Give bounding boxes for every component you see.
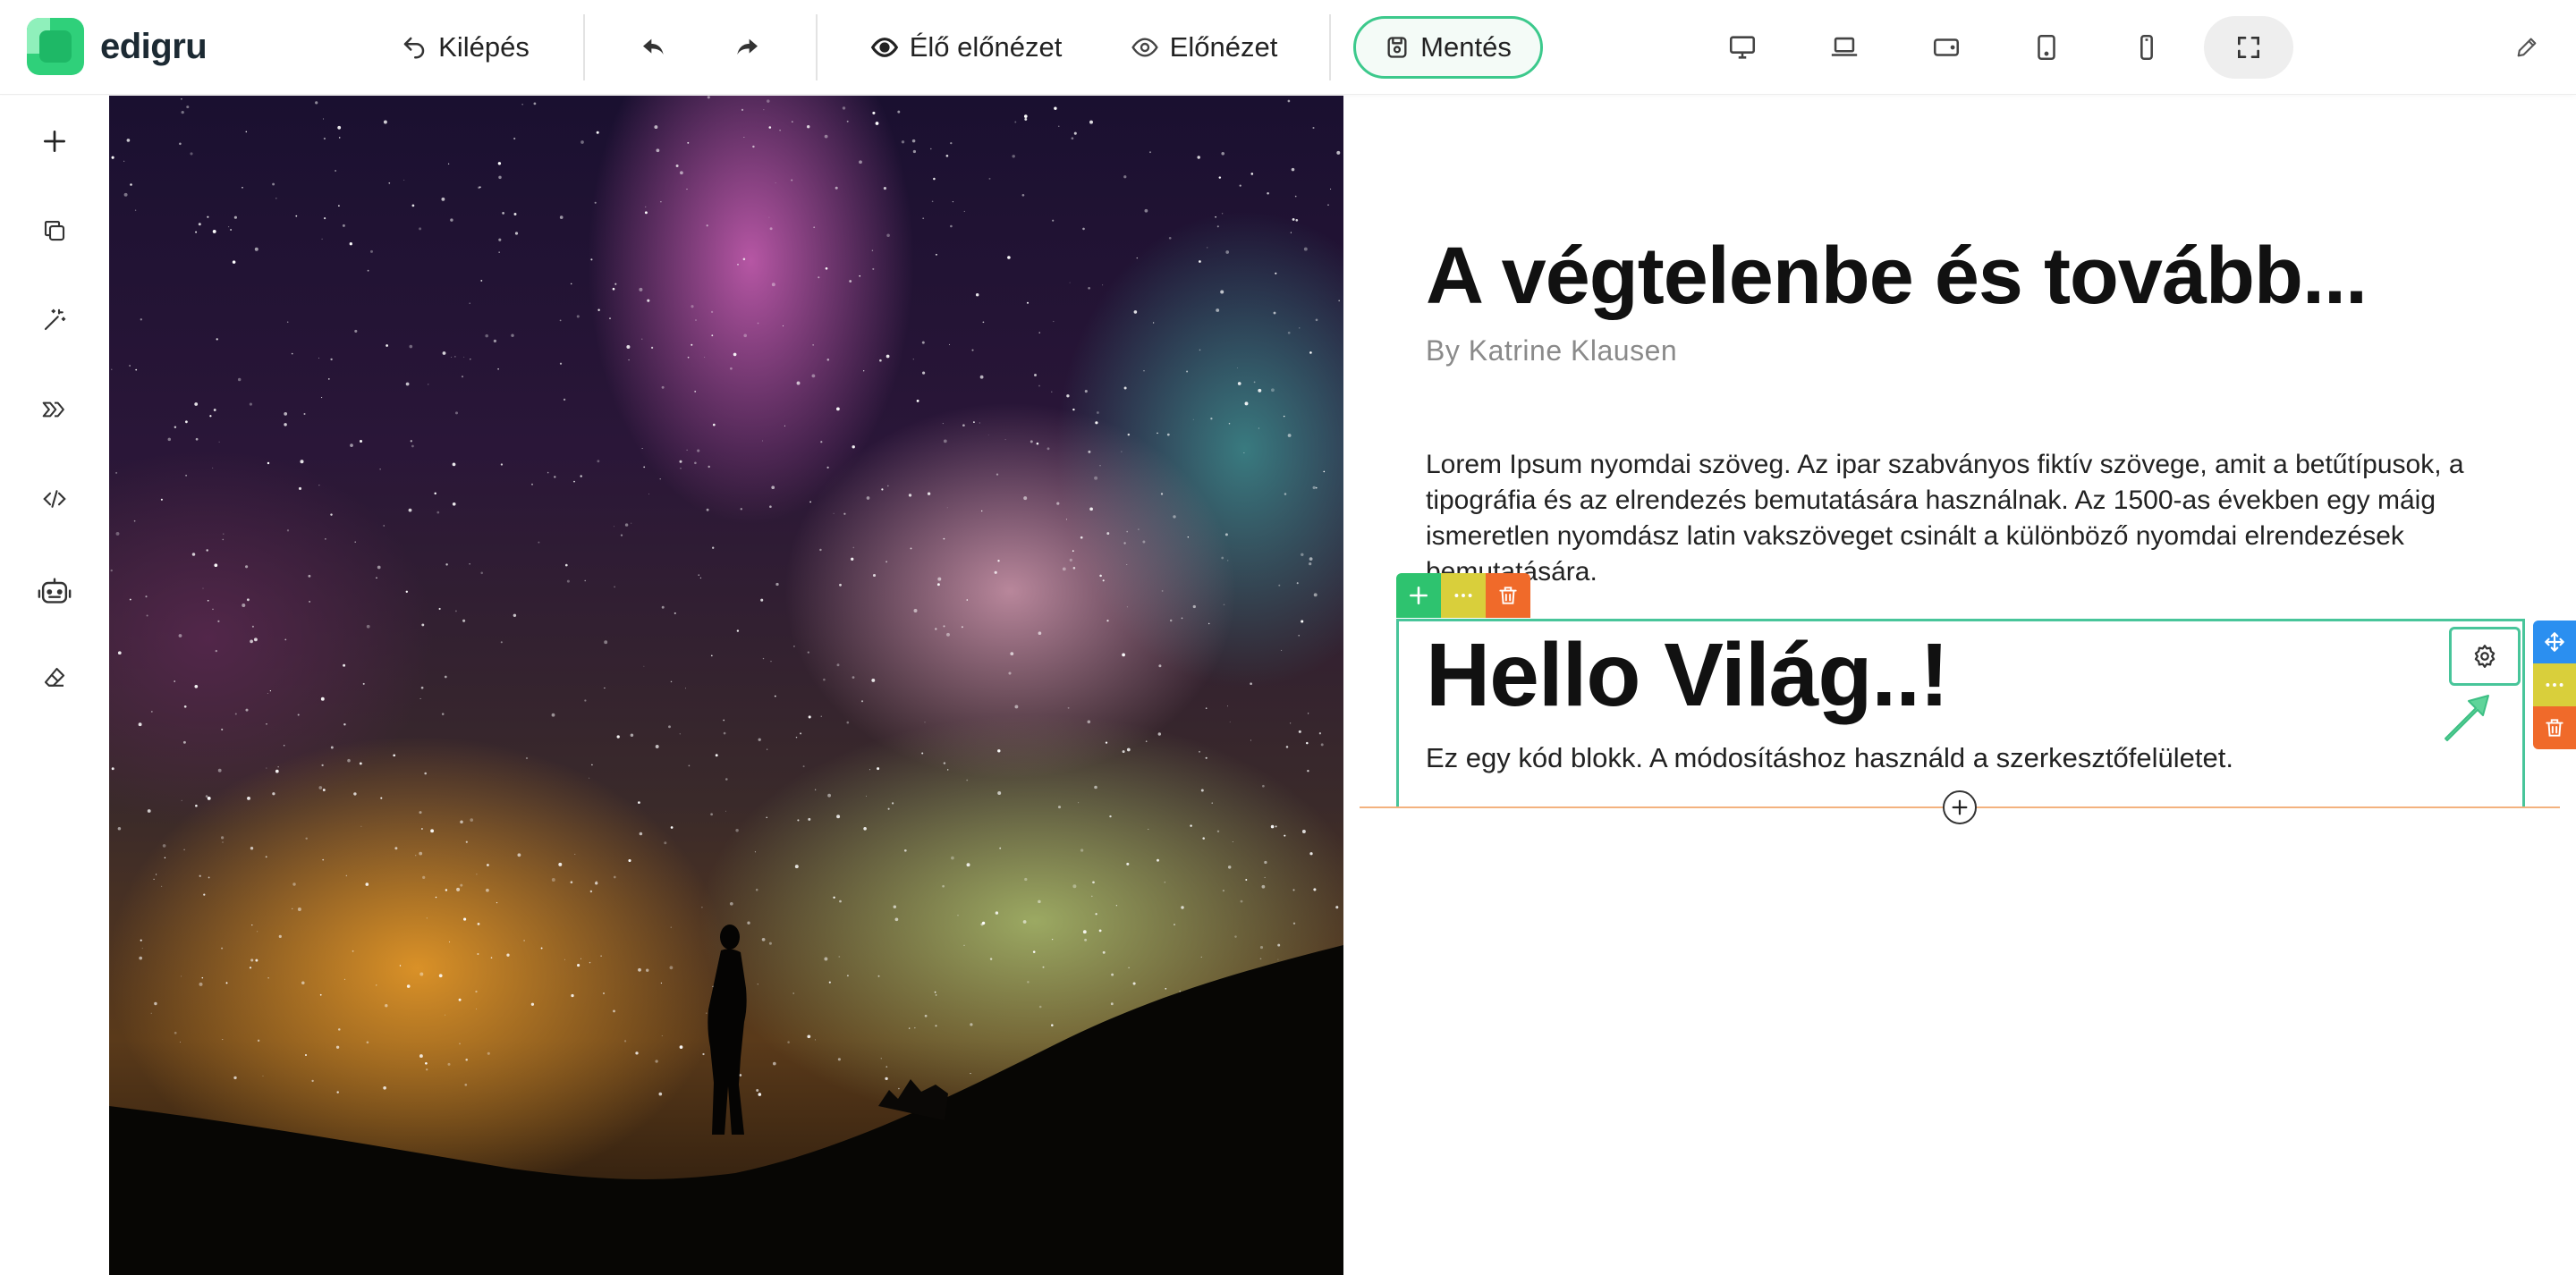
plus-icon — [44, 131, 65, 152]
author-byline[interactable]: By Katrine Klausen — [1426, 334, 1677, 367]
laptop-icon — [1831, 37, 1858, 56]
desktop-icon — [1729, 36, 1756, 59]
save-button[interactable]: Mentés — [1353, 16, 1543, 79]
code-block-settings-button[interactable] — [2449, 627, 2521, 686]
eye-filled-icon — [870, 38, 898, 57]
redo-button[interactable] — [716, 16, 778, 79]
fullscreen-icon — [2238, 37, 2259, 58]
undo-icon — [643, 38, 664, 55]
section-move-button[interactable] — [2533, 621, 2576, 663]
logo-text: edigru — [100, 26, 208, 66]
block-add-button[interactable] — [1396, 573, 1441, 618]
tablet-landscape-icon — [1933, 38, 1960, 56]
section-delete-button[interactable] — [2533, 706, 2576, 749]
block-delete-button[interactable] — [1486, 573, 1530, 618]
fullscreen-button[interactable] — [2204, 16, 2293, 79]
exit-button[interactable]: Kilépés — [394, 16, 537, 79]
gear-icon — [2474, 645, 2496, 668]
eraser-icon — [44, 667, 65, 687]
save-label: Mentés — [1420, 31, 1512, 63]
toolbar-divider — [583, 14, 585, 80]
starfield — [109, 96, 1343, 1275]
exit-arrow-icon — [403, 37, 425, 59]
page-title[interactable]: A végtelenbe és tovább... — [1426, 231, 2368, 323]
more-dots-icon — [1454, 594, 1472, 597]
mobile-icon — [2140, 34, 2153, 61]
preview-label: Előnézet — [1169, 31, 1278, 63]
device-desktop-button[interactable] — [1707, 16, 1778, 79]
robot-icon — [38, 578, 72, 604]
sidebar-add-button[interactable] — [28, 114, 81, 168]
plus-icon — [1410, 587, 1428, 604]
device-mobile-button[interactable] — [2111, 16, 2182, 79]
trash-icon — [1499, 587, 1517, 604]
pencil-icon — [2517, 38, 2537, 57]
sidebar-clear-button[interactable] — [28, 651, 81, 705]
left-sidebar — [0, 96, 109, 1275]
top-toolbar: edigru Kilépés Élő előnézet Előnézet Men… — [0, 0, 2576, 95]
move-icon — [2545, 632, 2564, 652]
code-block-heading[interactable]: Hello Világ..! — [1426, 624, 1949, 727]
toolbar-divider — [1329, 14, 1331, 80]
sidebar-effects-button[interactable] — [28, 293, 81, 347]
magic-wand-icon — [44, 308, 66, 331]
sidebar-sections-button[interactable] — [28, 204, 81, 258]
block-toolbar — [1396, 573, 1530, 618]
undo-button[interactable] — [623, 16, 685, 79]
plus-icon — [1952, 799, 1968, 815]
block-more-button[interactable] — [1441, 573, 1486, 618]
body-paragraph[interactable]: Lorem Ipsum nyomdai szöveg. Az ipar szab… — [1426, 447, 2490, 590]
insert-block-button[interactable] — [1943, 790, 1977, 824]
trash-icon — [2546, 719, 2563, 737]
edit-button[interactable] — [2496, 16, 2558, 79]
app-logo[interactable]: edigru — [27, 18, 208, 75]
section-side-toolbar — [2533, 621, 2576, 749]
device-tablet-portrait-button[interactable] — [2011, 16, 2082, 79]
hero-image-night-sky[interactable] — [109, 96, 1343, 1275]
section-more-button[interactable] — [2533, 663, 2576, 706]
person-silhouette — [708, 925, 747, 1135]
tablet-portrait-icon — [2038, 34, 2055, 61]
eye-icon — [1131, 38, 1158, 57]
sidebar-code-button[interactable] — [28, 472, 81, 526]
redo-icon — [737, 38, 758, 55]
sidebar-transitions-button[interactable] — [28, 383, 81, 436]
more-dots-icon — [2546, 683, 2563, 687]
live-preview-label: Élő előnézet — [909, 31, 1063, 63]
preview-button[interactable]: Előnézet — [1123, 16, 1284, 79]
transitions-icon — [42, 401, 64, 418]
copy-icon — [44, 220, 65, 241]
device-tablet-landscape-button[interactable] — [1911, 16, 1982, 79]
code-icon — [43, 490, 66, 508]
live-preview-button[interactable]: Élő előnézet — [859, 16, 1073, 79]
hint-arrow-icon — [2445, 695, 2489, 741]
toolbar-divider — [816, 14, 818, 80]
logo-mark-icon — [27, 18, 84, 75]
code-block-description[interactable]: Ez egy kód blokk. A módosításhoz használ… — [1426, 742, 2233, 774]
exit-label: Kilépés — [438, 31, 530, 63]
sidebar-ai-button[interactable] — [28, 565, 81, 619]
device-laptop-button[interactable] — [1809, 16, 1880, 79]
save-icon — [1387, 37, 1407, 58]
